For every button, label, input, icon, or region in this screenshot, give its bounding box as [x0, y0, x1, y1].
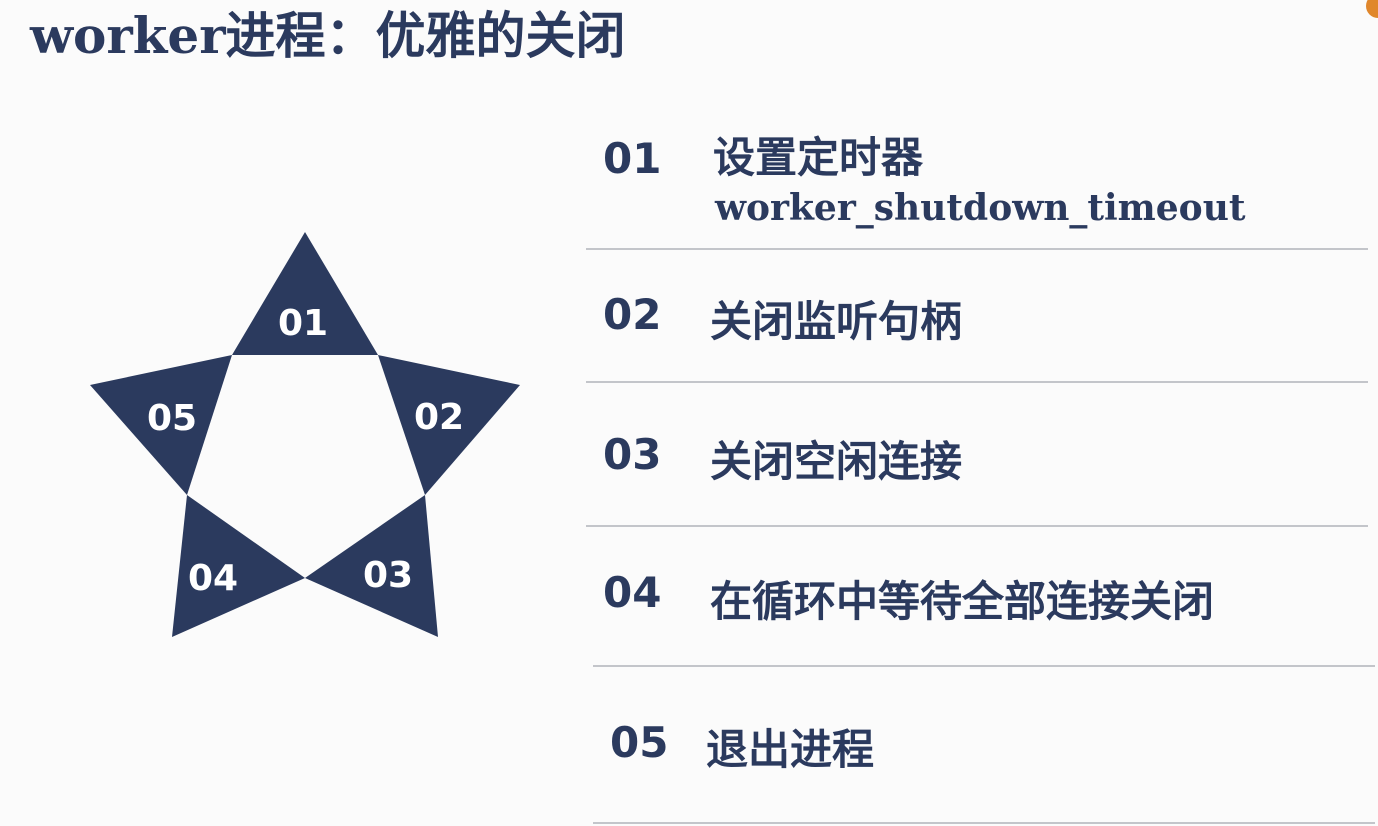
star-label-04: 04	[188, 558, 238, 599]
item-label: 关闭监听句柄	[710, 297, 963, 346]
star-label-01: 01	[278, 303, 328, 344]
item-number: 04	[603, 568, 662, 617]
item-sublabel: worker_shutdown_timeout	[715, 187, 1246, 229]
item-number: 05	[610, 718, 669, 767]
item-label: 在循环中等待全部连接关闭	[710, 577, 1215, 626]
item-number: 01	[603, 134, 662, 183]
corner-indicator	[1366, 0, 1378, 18]
divider	[586, 525, 1368, 527]
star-diagram: 01 02 03 04 05	[90, 232, 520, 637]
item-label: 关闭空闲连接	[710, 437, 963, 486]
star-label-05: 05	[147, 398, 197, 439]
item-label: 设置定时器	[713, 133, 924, 182]
divider	[593, 822, 1375, 824]
star-label-03: 03	[363, 555, 413, 596]
item-number: 03	[603, 430, 662, 479]
item-number: 02	[603, 290, 662, 339]
item-label: 退出进程	[706, 725, 875, 774]
divider	[593, 665, 1375, 667]
divider	[586, 381, 1368, 383]
star-label-02: 02	[414, 397, 464, 438]
divider	[586, 248, 1368, 250]
